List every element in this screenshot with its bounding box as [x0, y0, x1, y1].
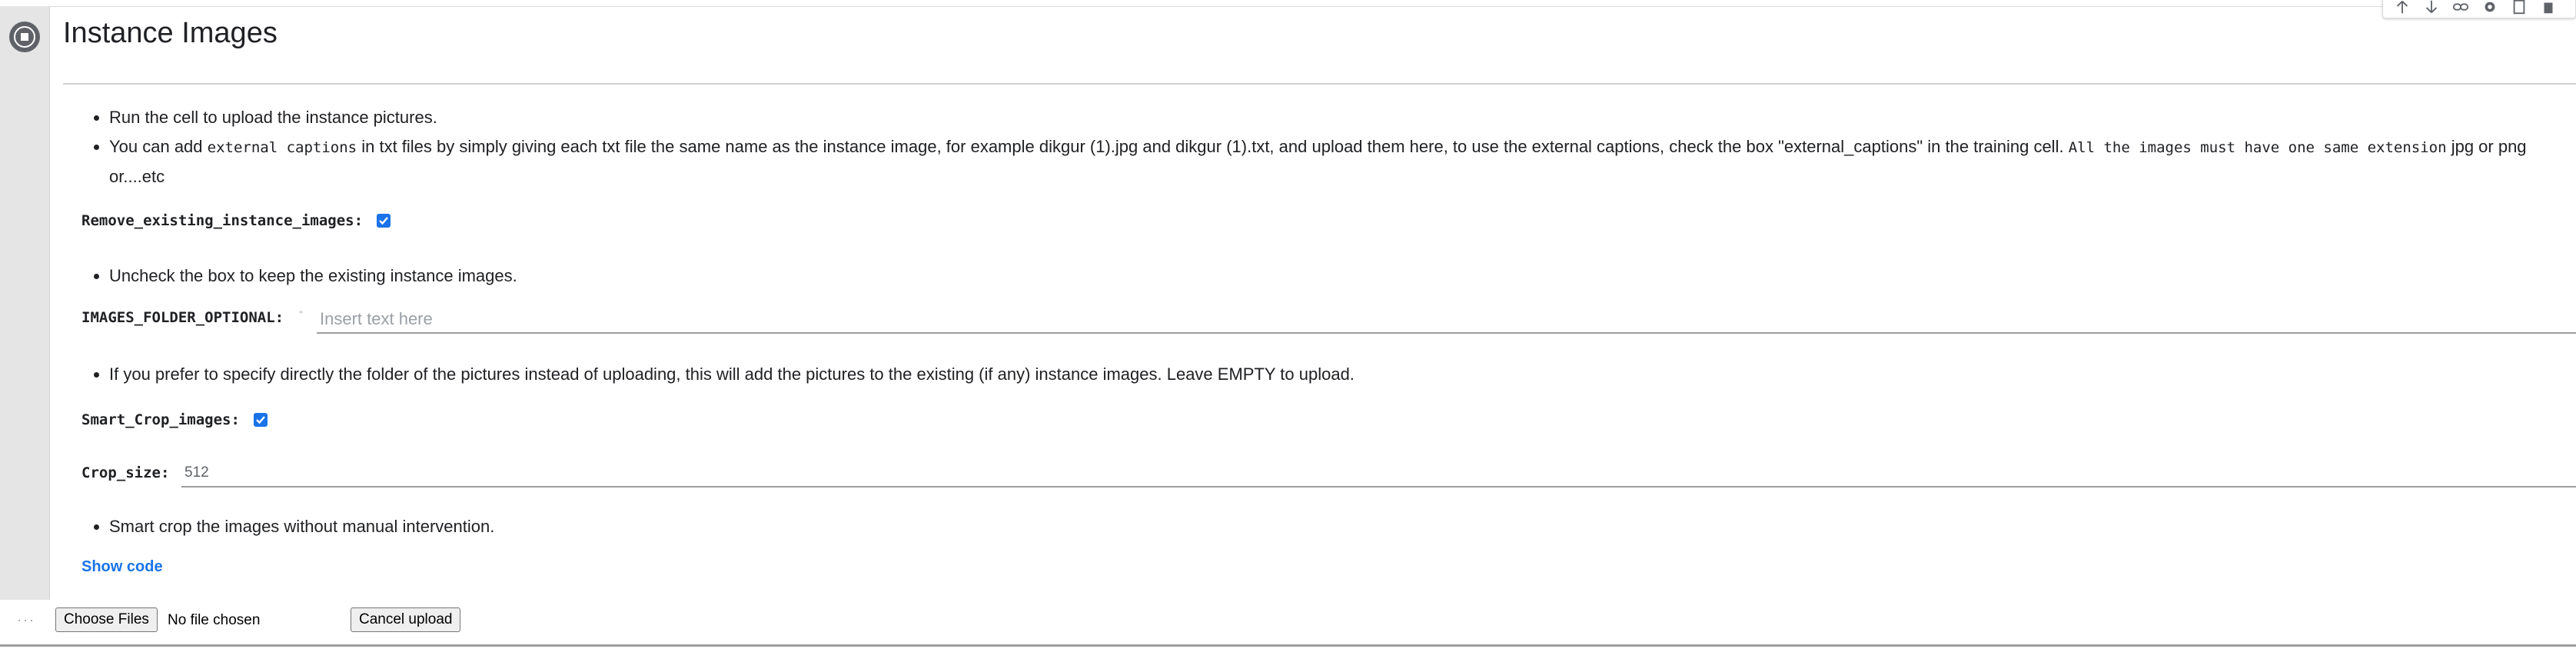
output-menu-icon[interactable]: ···: [17, 612, 35, 628]
crop-note-list: Smart crop the images without manual int…: [63, 512, 494, 541]
remove-note-list: Uncheck the box to keep the existing ins…: [63, 261, 517, 291]
cell-bottom-border: [0, 644, 2576, 647]
intro-list: Run the cell to upload the instance pict…: [63, 103, 2576, 191]
remove-existing-label: Remove_existing_instance_images:: [81, 212, 364, 229]
cell-toolbar: [2382, 0, 2576, 18]
crop-size-label: Crop_size:: [81, 464, 170, 481]
no-file-status: No file chosen: [168, 612, 261, 628]
link-icon[interactable]: [2449, 0, 2472, 16]
delete-icon[interactable]: [2537, 0, 2560, 16]
cell-title: Instance Images: [63, 17, 278, 49]
check-icon: [379, 217, 388, 225]
show-code-link[interactable]: Show code: [81, 558, 163, 576]
check-icon: [256, 416, 265, 424]
list-item: Run the cell to upload the instance pict…: [109, 103, 2576, 132]
cancel-upload-button[interactable]: Cancel upload: [351, 607, 461, 632]
remove-existing-row: Remove_existing_instance_images:: [81, 212, 391, 229]
images-folder-input[interactable]: [317, 306, 2576, 334]
list-item: Uncheck the box to keep the existing ins…: [109, 261, 517, 291]
captions-text-1: You can add: [109, 137, 208, 156]
images-folder-label: IMAGES_FOLDER_OPTIONAL:: [81, 309, 284, 326]
mirror-cell-icon[interactable]: [2508, 0, 2531, 16]
smart-crop-checkbox[interactable]: [253, 413, 268, 427]
list-item-captions: You can add external captions in txt fil…: [109, 132, 2576, 191]
smart-crop-label: Smart_Crop_images:: [81, 411, 240, 428]
crop-size-row: Crop_size:: [81, 464, 169, 481]
smart-crop-row: Smart_Crop_images:: [81, 411, 268, 428]
cell-gutter: [0, 6, 50, 600]
title-divider: [63, 83, 2576, 85]
captions-text-2: in txt files by simply giving each txt f…: [357, 137, 2069, 156]
remove-existing-checkbox[interactable]: [377, 214, 391, 228]
string-quote-mark: ": [299, 309, 303, 320]
code-same-extension: All the images must have one same extens…: [2068, 139, 2447, 156]
run-cell-button[interactable]: [9, 22, 40, 52]
code-external-captions: external captions: [207, 139, 357, 156]
cell-top-border: [0, 6, 2576, 7]
gear-icon[interactable]: [2478, 0, 2501, 16]
stop-icon: [14, 26, 35, 48]
images-folder-row: IMAGES_FOLDER_OPTIONAL: ": [81, 309, 302, 326]
list-item: Smart crop the images without manual int…: [109, 512, 494, 541]
arrow-down-icon[interactable]: [2420, 0, 2443, 16]
list-item: If you prefer to specify directly the fo…: [109, 360, 1354, 389]
images-folder-note-list: If you prefer to specify directly the fo…: [63, 360, 1354, 389]
crop-size-input[interactable]: [181, 460, 2576, 488]
arrow-up-icon[interactable]: [2391, 0, 2414, 16]
choose-files-button[interactable]: Choose Files: [55, 607, 158, 632]
